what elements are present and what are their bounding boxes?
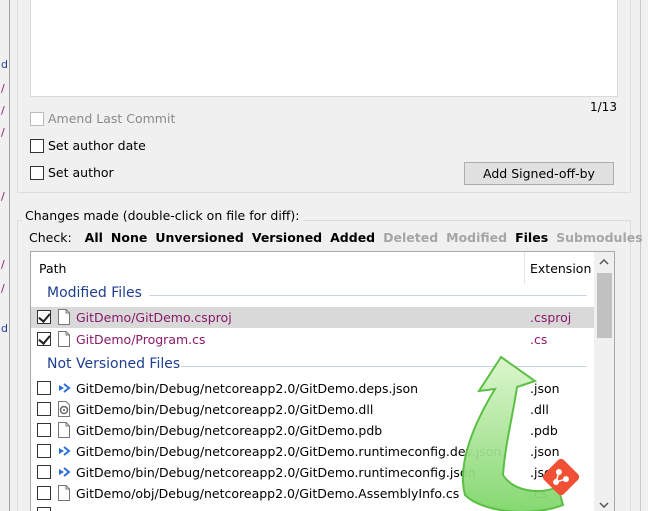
chevron-down-icon	[599, 502, 609, 508]
group-title-not-versioned: Not Versioned Files	[47, 356, 181, 372]
check-modified-link[interactable]: Modified	[446, 230, 507, 245]
author-label: Set author	[48, 165, 114, 180]
check-unversioned-link[interactable]: Unversioned	[155, 230, 243, 245]
check-added-link[interactable]: Added	[330, 230, 375, 245]
background-window-edge: d / / / / / / d	[0, 0, 10, 511]
json-icon	[59, 467, 71, 477]
list-item-partial[interactable]	[31, 504, 594, 511]
changes-legend: Changes made (double-click on file for d…	[22, 208, 303, 223]
dll-icon	[58, 401, 70, 417]
check-label: Check:	[29, 229, 72, 245]
author-checkbox[interactable]	[30, 166, 44, 180]
row-checkbox[interactable]	[37, 465, 51, 479]
row-checkbox[interactable]	[37, 423, 51, 437]
check-versioned-link[interactable]: Versioned	[252, 230, 322, 245]
check-deleted-link[interactable]: Deleted	[383, 230, 438, 245]
amend-label: Amend Last Commit	[48, 111, 176, 126]
check-all-link[interactable]: All	[85, 230, 103, 245]
check-filter-row: Check: All None Unversioned Versioned Ad…	[29, 229, 648, 245]
check-none-link[interactable]: None	[111, 230, 147, 245]
scroll-thumb[interactable]	[597, 273, 612, 338]
group-title-modified: Modified Files	[47, 285, 142, 301]
file-icon	[58, 422, 70, 438]
list-item[interactable]: GitDemo/Program.cs .cs	[31, 329, 594, 350]
row-checkbox[interactable]	[37, 381, 51, 395]
file-icon	[58, 331, 70, 347]
row-checkbox[interactable]	[37, 332, 51, 346]
row-checkbox[interactable]	[37, 486, 51, 500]
list-item[interactable]: GitDemo/bin/Debug/netcoreapp2.0/GitDemo.…	[31, 462, 594, 483]
list-item[interactable]: GitDemo/bin/Debug/netcoreapp2.0/GitDemo.…	[31, 399, 594, 420]
scroll-down-button[interactable]	[594, 495, 614, 511]
message-counter: 1/13	[590, 100, 617, 114]
author-date-label: Set author date	[48, 138, 146, 153]
author-date-checkbox[interactable]	[30, 139, 44, 153]
row-checkbox[interactable]	[37, 444, 51, 458]
list-item[interactable]: GitDemo/bin/Debug/netcoreapp2.0/GitDemo.…	[31, 378, 594, 399]
column-header-path[interactable]: Path	[39, 261, 66, 276]
file-icon	[58, 485, 70, 501]
commit-message-input[interactable]	[30, 0, 618, 97]
list-header: Path Extension	[31, 252, 594, 284]
row-checkbox[interactable]	[37, 310, 51, 324]
list-item[interactable]: GitDemo/bin/Debug/netcoreapp2.0/GitDemo.…	[31, 420, 594, 441]
list-item[interactable]: GitDemo/obj/Debug/netcoreapp2.0/GitDemo.…	[31, 483, 594, 504]
list-item[interactable]: GitDemo/bin/Debug/netcoreapp2.0/GitDemo.…	[31, 441, 594, 462]
row-checkbox[interactable]	[37, 507, 51, 511]
chevron-up-icon	[599, 259, 609, 265]
list-item[interactable]: GitDemo/GitDemo.csproj .csproj	[31, 307, 594, 328]
file-icon	[58, 309, 70, 325]
changed-files-list[interactable]: Path Extension Modified Files GitDemo/Gi…	[30, 251, 615, 511]
row-checkbox[interactable]	[37, 402, 51, 416]
check-submodules-link[interactable]: Submodules	[556, 230, 643, 245]
json-icon	[59, 446, 71, 456]
add-signed-off-by-button[interactable]: Add Signed-off-by	[464, 162, 614, 185]
window-right-border	[640, 0, 648, 511]
column-header-extension[interactable]: Extension	[530, 261, 591, 276]
vertical-scrollbar[interactable]	[594, 252, 614, 511]
scroll-up-button[interactable]	[594, 252, 614, 272]
amend-checkbox[interactable]	[30, 112, 44, 126]
check-files-link[interactable]: Files	[515, 230, 548, 245]
json-icon	[59, 383, 71, 393]
